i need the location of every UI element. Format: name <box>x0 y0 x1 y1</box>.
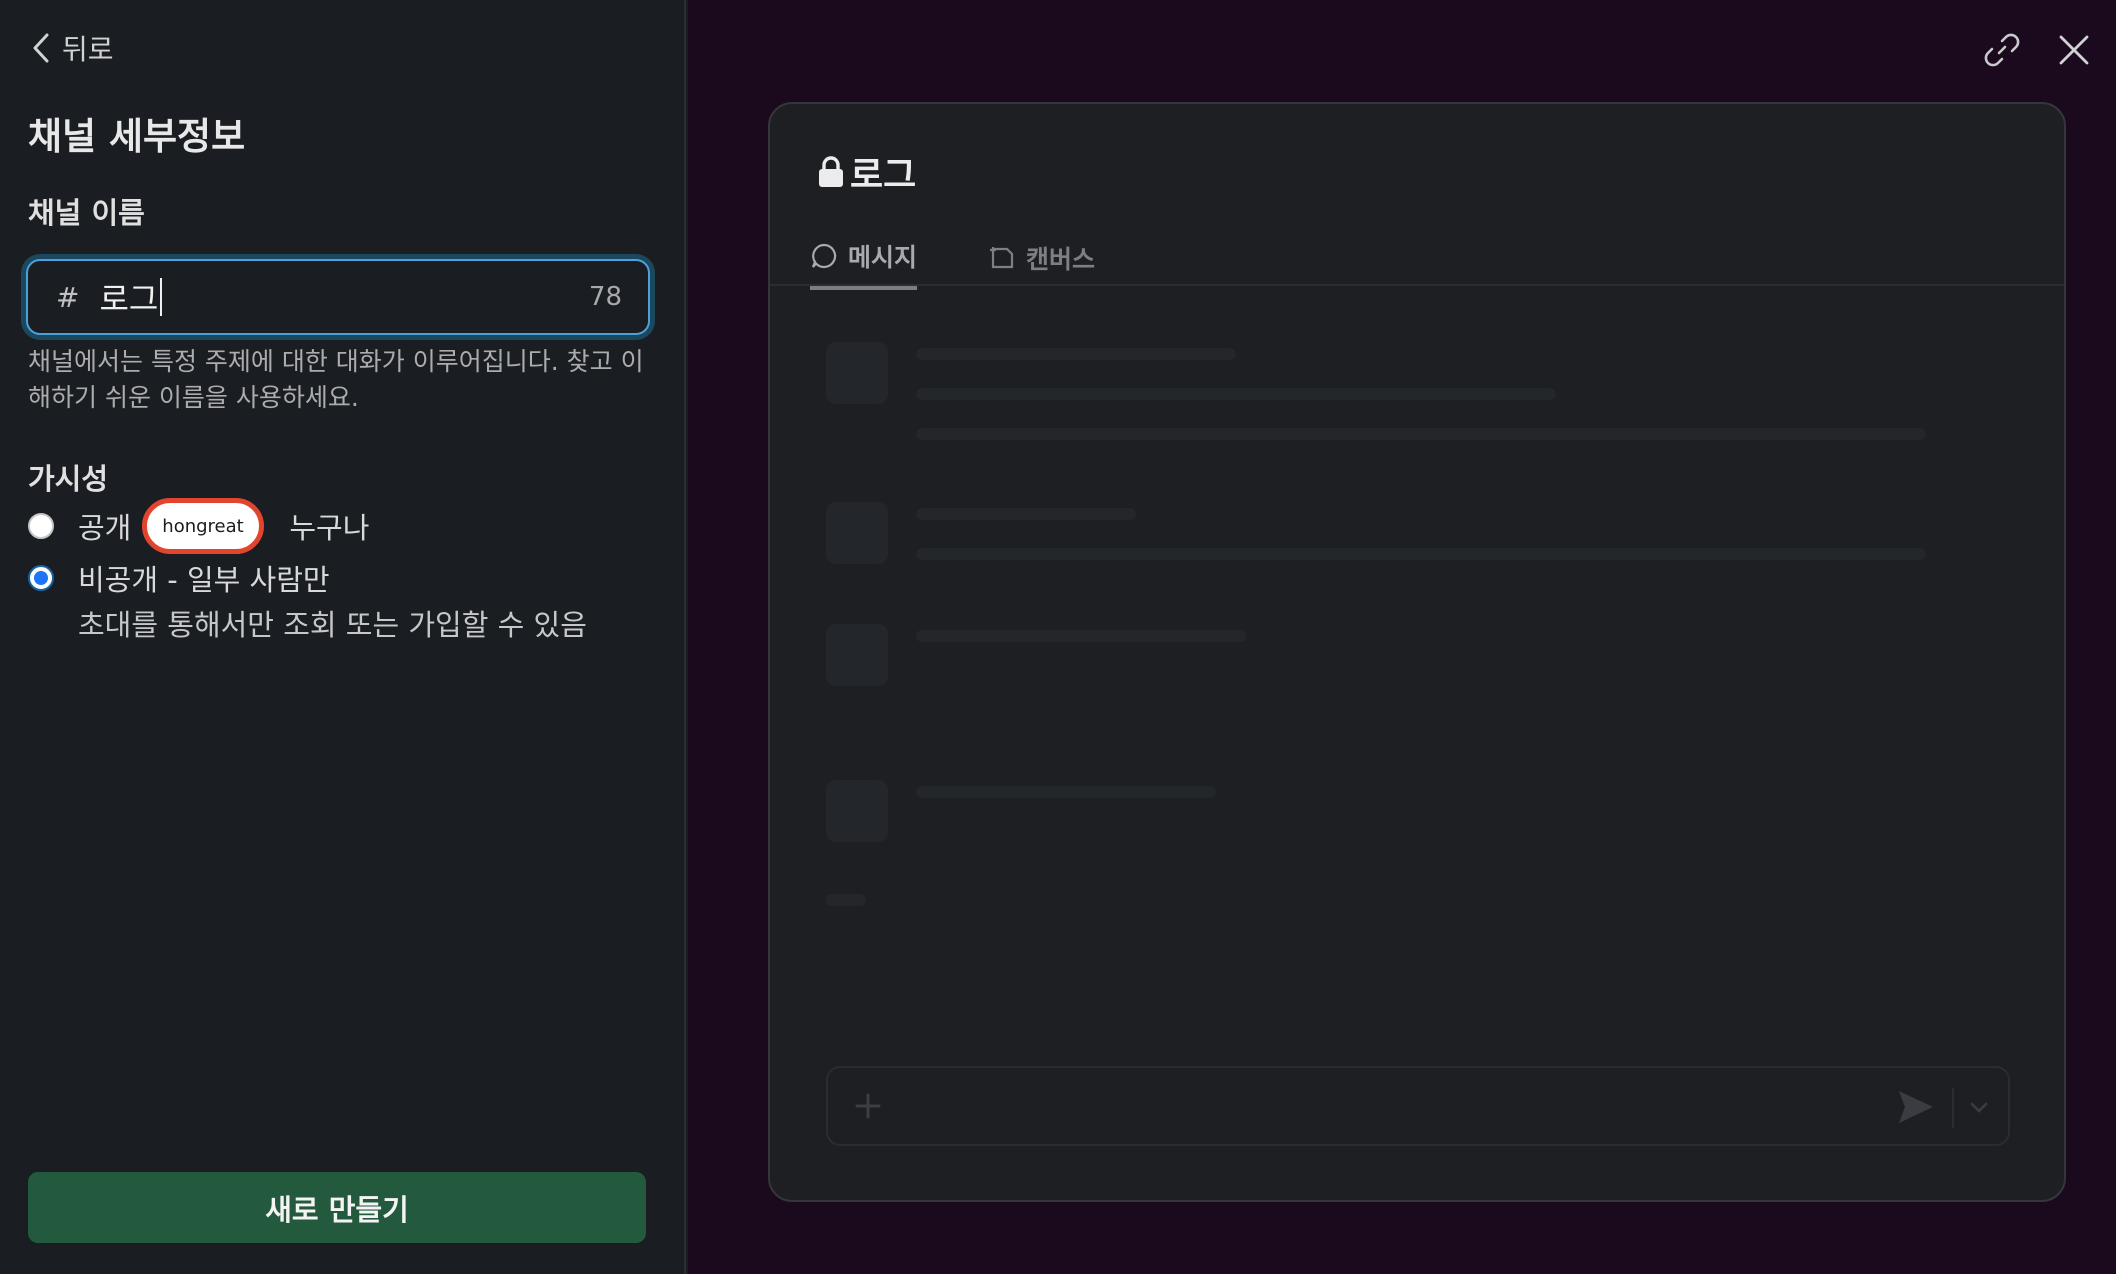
preview-channel-name: 로그 <box>850 155 917 196</box>
public-label-prefix: 공개 <box>78 511 132 545</box>
visibility-option-private[interactable]: 비공개 - 일부 사람만 <box>28 557 330 599</box>
preview-backdrop: 로그 메시지 캔버스 <box>688 0 2116 1274</box>
skeleton-line <box>916 388 1556 400</box>
plus-icon <box>855 1093 881 1119</box>
remaining-char-count: 78 <box>588 282 622 312</box>
skeleton-avatar <box>826 342 888 404</box>
skeleton-line <box>916 428 1926 440</box>
radio-private[interactable] <box>28 565 54 591</box>
private-description: 초대를 통해서만 조회 또는 가입할 수 있음 <box>78 608 587 642</box>
skeleton-line <box>826 894 866 906</box>
chevron-down-icon <box>1970 1102 1988 1113</box>
skeleton-line <box>916 508 1136 520</box>
text-caret <box>160 278 163 316</box>
hash-icon: # <box>56 280 80 314</box>
send-icon <box>1899 1091 1933 1123</box>
skeleton-line <box>916 786 1216 798</box>
channel-details-panel: 뒤로 채널 세부정보 채널 이름 # 로그 78 채널에서는 특정 주제에 대한… <box>0 0 686 1274</box>
channel-name-hint: 채널에서는 특정 주제에 대한 대화가 이루어집니다. 찾고 이해하기 쉬운 이… <box>28 347 644 412</box>
tab-canvas-label: 캔버스 <box>1026 245 1096 274</box>
skeleton-line <box>916 548 1926 560</box>
canvas-icon <box>990 247 1014 269</box>
lock-icon <box>819 156 843 187</box>
skeleton-avatar <box>826 624 888 686</box>
channel-preview-card: 로그 메시지 캔버스 <box>768 102 2066 1202</box>
preview-channel-title: 로그 <box>816 146 916 198</box>
message-icon <box>811 243 837 269</box>
visibility-label: 가시성 <box>28 462 109 496</box>
radio-public[interactable] <box>28 513 54 539</box>
preview-composer <box>826 1066 2010 1146</box>
user-tag-overlay: hongreat <box>142 498 264 554</box>
private-label: 비공개 - 일부 사람만 <box>78 563 330 597</box>
create-button[interactable]: 새로 만들기 <box>28 1172 646 1243</box>
skeleton-line <box>916 630 1246 642</box>
link-icon[interactable] <box>1982 30 2022 70</box>
public-label-suffix: 누구나 <box>289 511 370 545</box>
skeleton-avatar <box>826 780 888 842</box>
channel-name-input[interactable]: # 로그 78 <box>26 259 650 335</box>
skeleton-avatar <box>826 502 888 564</box>
panel-title: 채널 세부정보 <box>28 115 246 158</box>
composer-divider <box>1952 1088 1954 1128</box>
back-button[interactable]: 뒤로 <box>30 28 114 68</box>
channel-create-window: 뒤로 채널 세부정보 채널 이름 # 로그 78 채널에서는 특정 주제에 대한… <box>0 0 2116 1274</box>
tab-messages-label: 메시지 <box>848 243 918 272</box>
chevron-left-icon <box>33 33 49 63</box>
close-icon[interactable] <box>2054 30 2094 70</box>
channel-name-label: 채널 이름 <box>28 196 145 230</box>
tab-messages: 메시지 <box>810 230 918 290</box>
preview-tabs: 메시지 캔버스 <box>770 230 2064 290</box>
skeleton-line <box>916 348 1236 360</box>
channel-name-value: 로그 <box>99 280 159 318</box>
tab-canvas: 캔버스 <box>988 230 1095 286</box>
back-label: 뒤로 <box>62 33 114 66</box>
